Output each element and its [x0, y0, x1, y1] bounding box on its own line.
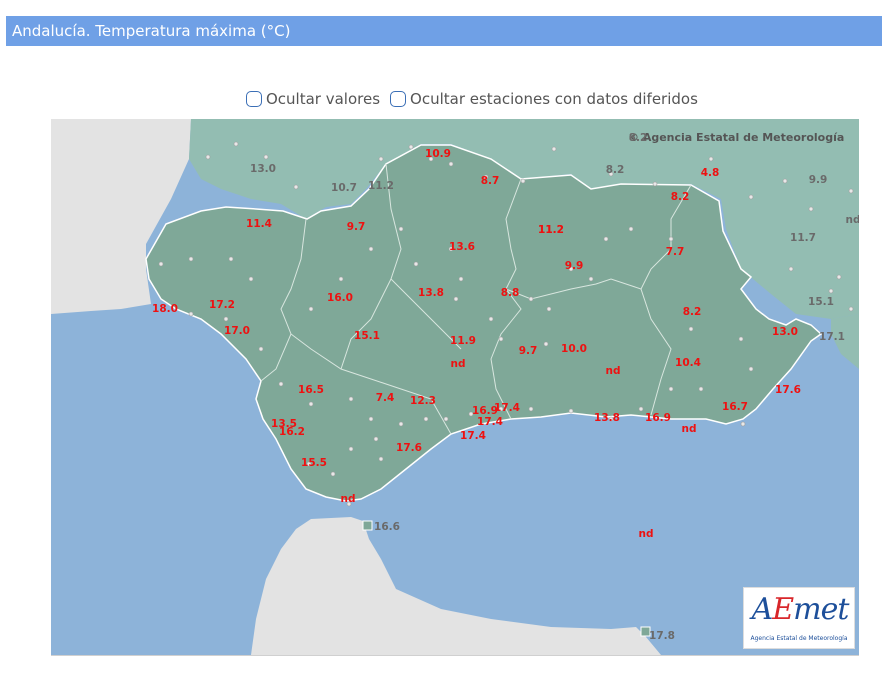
map-canvas: © Agencia Estatal de Meteorología 10.9 8… — [51, 119, 859, 655]
value-label: 10.9 — [425, 148, 451, 160]
value-label: 16.2 — [279, 426, 305, 438]
value-label: 11.7 — [790, 232, 816, 244]
map-options: Ocultar valores Ocultar estaciones con d… — [246, 88, 698, 110]
value-label: 10.0 — [561, 343, 587, 355]
ceuta-marker — [362, 520, 373, 531]
hide-values-checkbox[interactable] — [246, 91, 262, 107]
hide-values-option[interactable]: Ocultar valores — [246, 90, 380, 108]
value-label: 16.7 — [722, 401, 748, 413]
value-label: 15.1 — [354, 330, 380, 342]
value-label: 15.5 — [301, 457, 327, 469]
value-label: 8.8 — [501, 287, 520, 299]
value-label: nd — [606, 365, 621, 377]
aemet-logo-subtitle: Agencia Estatal de Meteorología — [750, 635, 848, 642]
value-label: 4.8 — [701, 167, 720, 179]
value-label: 13.8 — [418, 287, 444, 299]
value-label: 9.7 — [519, 345, 538, 357]
value-label: 8.7 — [481, 175, 500, 187]
value-label: 17.1 — [819, 331, 845, 343]
value-label: 16.5 — [298, 384, 324, 396]
aemet-logo: AEmet Agencia Estatal de Meteorología — [743, 587, 855, 649]
temperature-map[interactable]: © Agencia Estatal de Meteorología 10.9 8… — [51, 119, 859, 656]
value-label: 13.6 — [449, 241, 475, 253]
hide-deferred-stations-checkbox[interactable] — [390, 91, 407, 107]
value-label: 13.8 — [594, 412, 620, 424]
value-label: 16.6 — [374, 521, 400, 533]
value-label: nd — [341, 493, 356, 505]
value-label: 11.2 — [368, 180, 394, 192]
value-label: 8.2 — [671, 191, 690, 203]
hide-deferred-stations-label: Ocultar estaciones con datos diferidos — [410, 90, 698, 108]
value-label: 17.4 — [477, 416, 503, 428]
value-label: 18.0 — [152, 303, 178, 315]
value-label: 13.0 — [772, 326, 798, 338]
value-label: 9.7 — [347, 221, 366, 233]
aemet-logo-word: AEmet — [751, 592, 850, 627]
value-label: 12.3 — [410, 395, 436, 407]
value-label: 7.7 — [666, 246, 685, 258]
value-label: 17.4 — [494, 402, 520, 414]
value-label: nd — [451, 358, 466, 370]
map-credit: © Agencia Estatal de Meteorología — [628, 131, 844, 144]
hide-values-label: Ocultar valores — [266, 90, 381, 108]
value-label: 8.2 — [683, 306, 702, 318]
value-label: 8.2 — [606, 164, 625, 176]
value-label: 16.0 — [327, 292, 353, 304]
value-label: 13.0 — [250, 163, 276, 175]
value-label: 9.9 — [809, 174, 828, 186]
value-label: 17.4 — [460, 430, 486, 442]
value-label: 17.6 — [775, 384, 801, 396]
value-label: nd — [639, 528, 654, 540]
page-title: Andalucía. Temperatura máxima (°C) — [6, 16, 882, 46]
value-label: 10.4 — [675, 357, 701, 369]
value-label: nd — [682, 423, 697, 435]
value-label: 17.0 — [224, 325, 250, 337]
value-label: 11.9 — [450, 335, 476, 347]
value-label: 11.2 — [538, 224, 564, 236]
value-label: 17.8 — [649, 630, 675, 642]
value-label: 8.2 — [629, 132, 648, 144]
value-label: nd — [846, 214, 860, 226]
value-label: 17.6 — [396, 442, 422, 454]
value-label: 9.9 — [565, 260, 584, 272]
hide-deferred-stations-option[interactable]: Ocultar estaciones con datos diferidos — [390, 90, 698, 108]
value-label: 7.4 — [376, 392, 395, 404]
value-label: 10.7 — [331, 182, 357, 194]
value-label: 15.1 — [808, 296, 834, 308]
value-label: 11.4 — [246, 218, 272, 230]
value-label: 17.2 — [209, 299, 235, 311]
value-label: 16.9 — [645, 412, 671, 424]
